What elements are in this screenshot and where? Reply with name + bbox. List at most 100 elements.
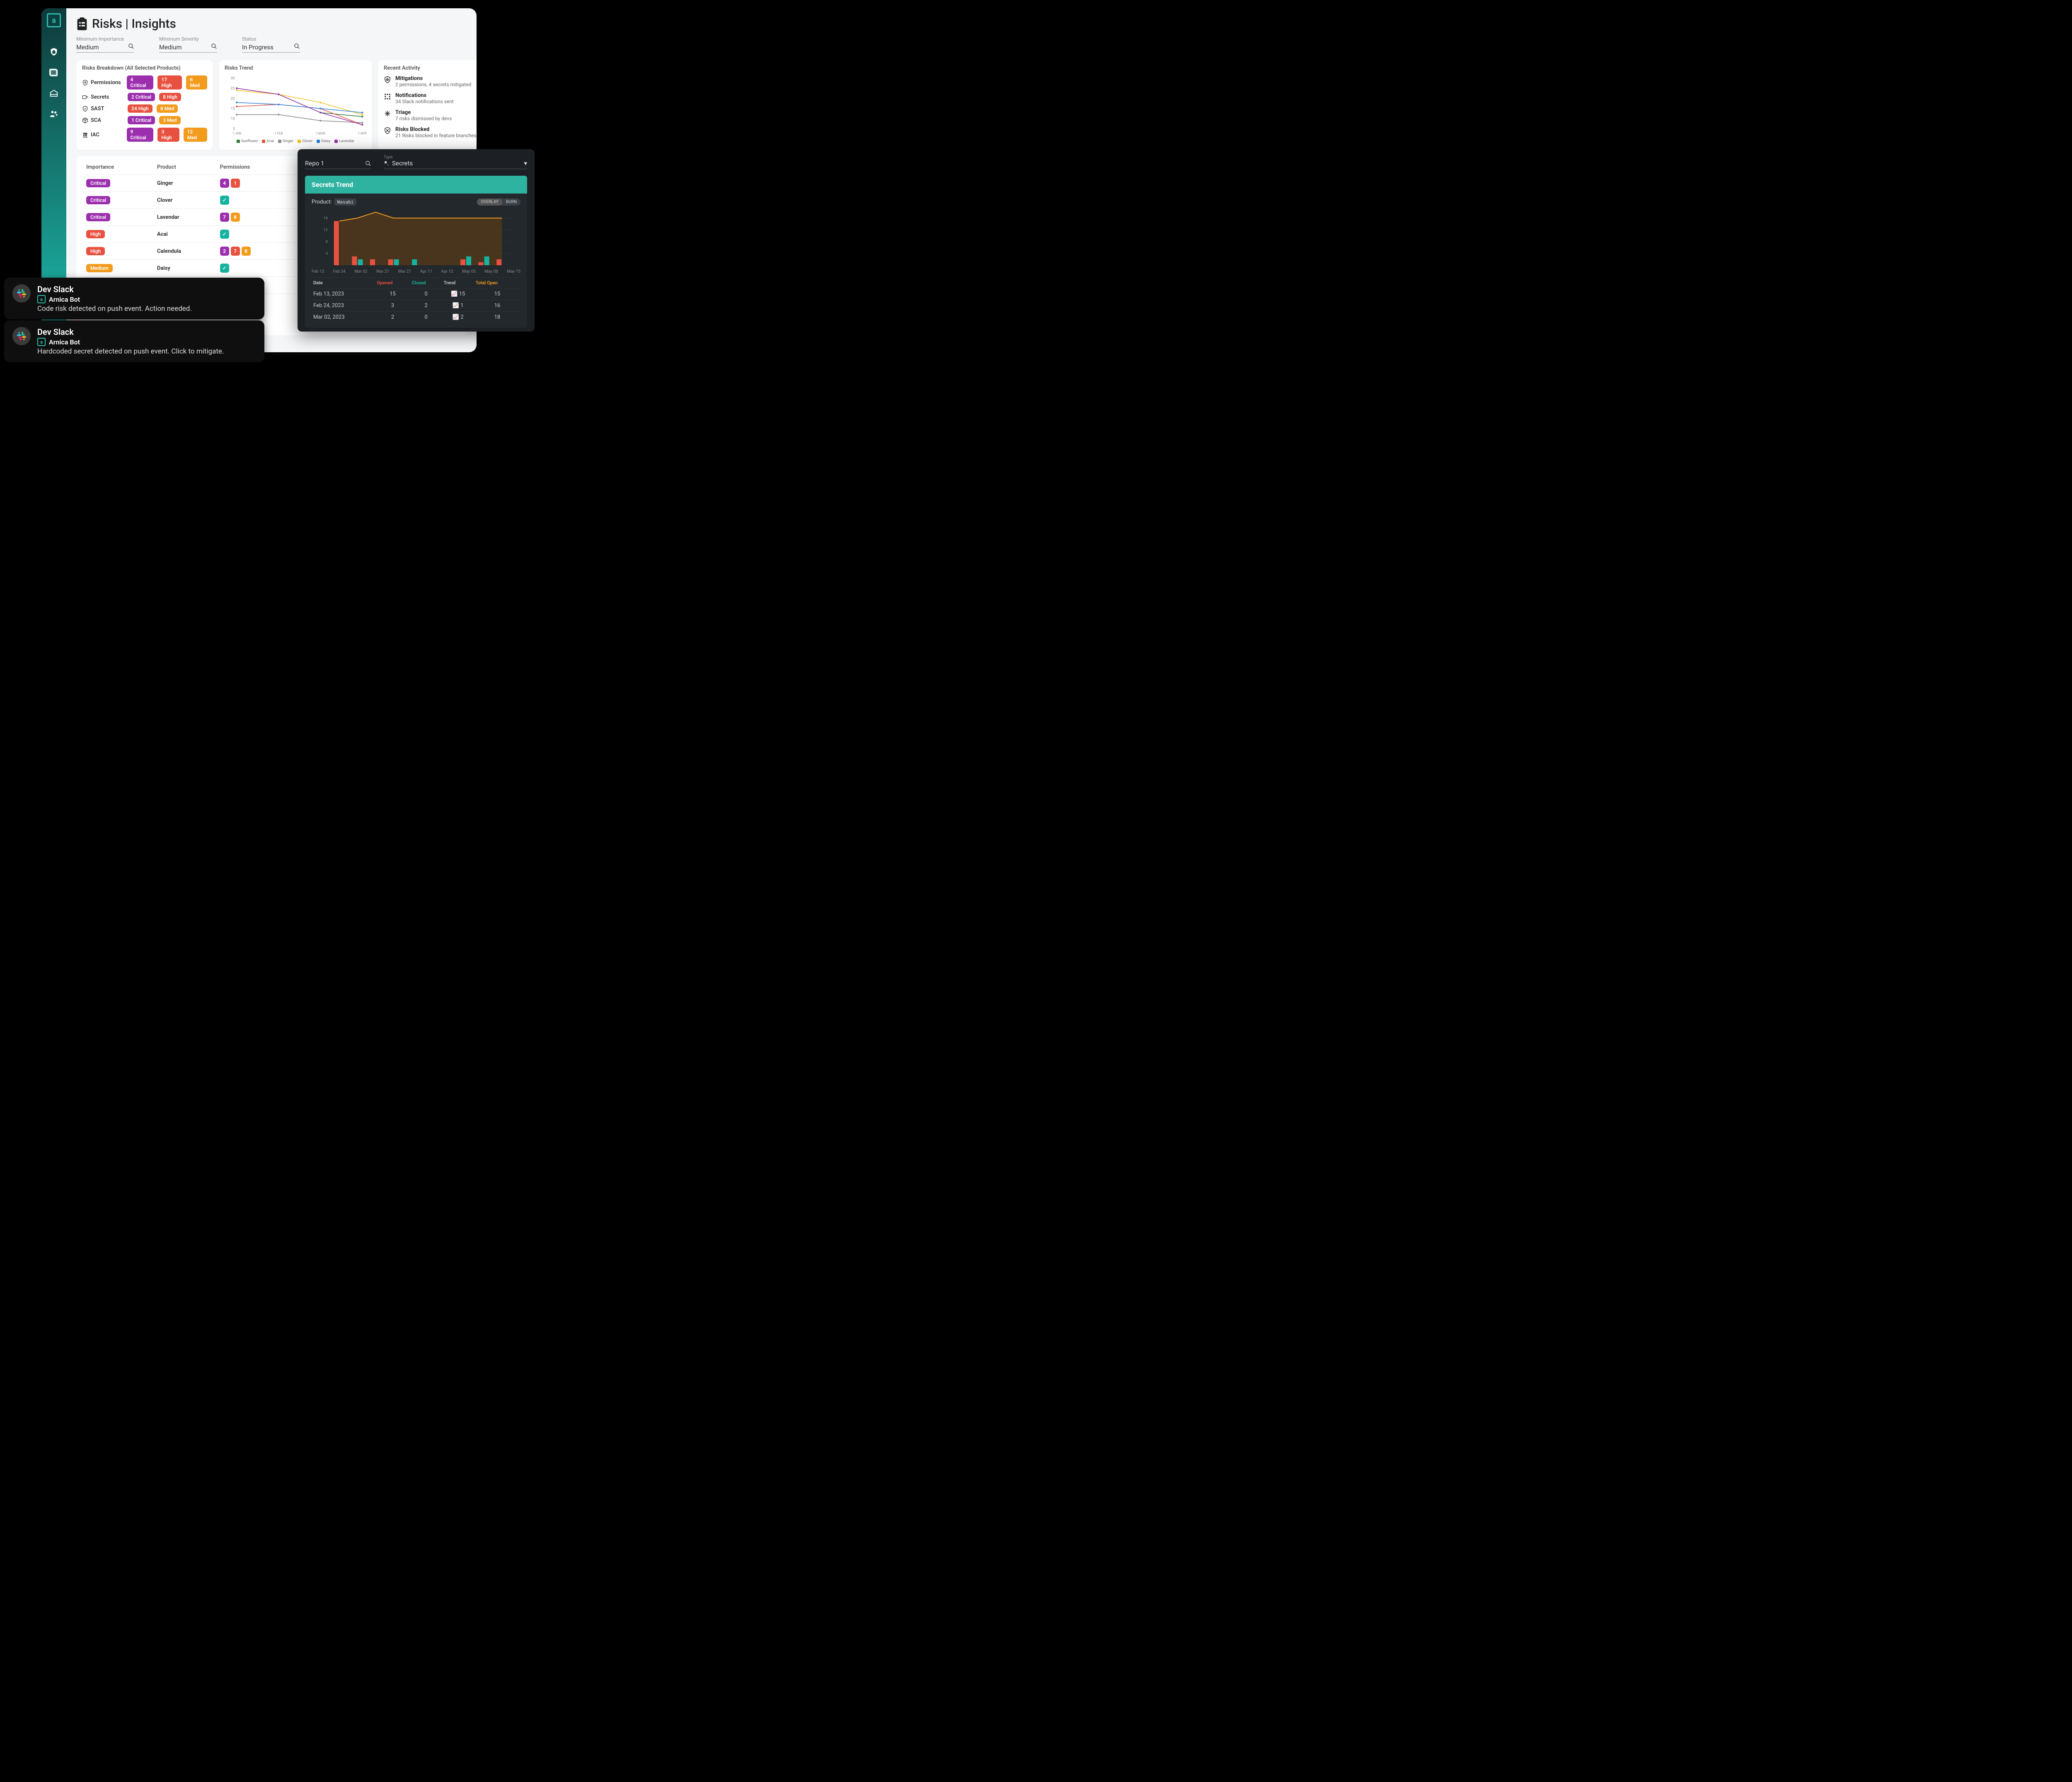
legend-item: Clover [298, 139, 312, 143]
svg-text:15: 15 [231, 107, 235, 111]
severity-pill[interactable]: 24 High [128, 104, 152, 113]
toast-message: Code risk detected on push event. Action… [37, 305, 192, 313]
product-cell: Ginger [155, 175, 218, 192]
svg-text:20: 20 [231, 97, 235, 101]
dark-table-row[interactable]: Feb 24, 2023 3 2 📈 1 16 [312, 300, 520, 312]
slack-toast-1[interactable]: Dev Slack aArnica Bot Code risk detected… [4, 278, 264, 320]
svg-text:12: 12 [324, 228, 328, 232]
product-cell: Acai [155, 226, 218, 243]
importance-badge: Medium [86, 264, 113, 272]
slack-icon [12, 327, 31, 345]
svg-text:1-FEB: 1-FEB [274, 131, 283, 135]
product-tag[interactable]: Wasabi [334, 199, 357, 206]
svg-text:16: 16 [324, 216, 328, 220]
legend-item: Daisy [317, 139, 330, 143]
activity-item[interactable]: Notifications34 Slack notifications sent [384, 92, 477, 104]
secrets-trend-table: DateOpenedClosedTrendTotal Open Feb 13, … [312, 277, 520, 323]
filter-0[interactable]: Minimum Importance Medium [76, 36, 134, 53]
activity-icon [384, 75, 391, 87]
legend-item: Sunflower [237, 139, 258, 143]
chart-mode-toggle[interactable]: OVERLAY BURN [477, 199, 520, 206]
severity-pill[interactable]: 2 Critical [128, 93, 155, 101]
table-header[interactable]: Permissions [218, 160, 298, 175]
calendar-icon[interactable] [49, 68, 58, 77]
search-icon [128, 43, 134, 51]
product-cell: Daisy [155, 260, 218, 277]
secrets-type-icon [384, 160, 390, 166]
search-icon [294, 43, 300, 51]
dark-table-row[interactable]: Mar 02, 2023 2 0 📈 2 18 [312, 312, 520, 323]
search-icon [211, 43, 217, 51]
breakdown-row: SAST 24 High 8 Med [82, 104, 207, 113]
filter-1[interactable]: Minimum Severity Medium [159, 36, 217, 53]
slack-icon [12, 284, 31, 303]
severity-pill[interactable]: 6 Med [186, 75, 207, 90]
legend-item: Acai [262, 139, 274, 143]
toast-message: Hardcoded secret detected on push event.… [37, 347, 224, 356]
users-key-icon[interactable] [49, 109, 58, 119]
dark-table-row[interactable]: Feb 13, 2023 15 0 📈 15 15 [312, 288, 520, 300]
clipboard-icon [76, 17, 88, 31]
table-header[interactable]: Importance [84, 160, 155, 175]
breakdown-row: SCA 1 Critical 3 Med [82, 116, 207, 124]
svg-text:5: 5 [232, 127, 235, 131]
importance-badge: Critical [86, 213, 110, 221]
activity-item[interactable]: Triage7 risks dismissed by devs [384, 109, 477, 121]
type-label: Type [384, 155, 527, 160]
breakdown-row: IAC 9 Critical3 High 12 Med [82, 128, 207, 142]
svg-text:1-MAR: 1-MAR [316, 131, 325, 135]
severity-pill[interactable]: 12 Med [184, 128, 207, 142]
status-check [220, 196, 229, 205]
arnica-logo-icon: a [37, 295, 46, 303]
severity-pill[interactable]: 9 Critical [127, 128, 154, 142]
repo-search-value: Repo 1 [305, 160, 324, 167]
table-header[interactable]: Product [155, 160, 218, 175]
count-badge: 2 [220, 247, 229, 256]
severity-pill[interactable]: 1 Critical [128, 116, 155, 124]
severity-pill[interactable]: 8 High [159, 93, 181, 101]
dark-table-header: Trend [442, 278, 474, 288]
activity-title: Recent Activity [384, 65, 477, 71]
dark-table-header: Closed [410, 278, 442, 288]
importance-badge: High [86, 247, 105, 255]
severity-pill[interactable]: 17 High [157, 75, 182, 90]
slack-toast-2[interactable]: Dev Slack aArnica Bot Hardcoded secret d… [4, 320, 264, 362]
toast-bot: Arnica Bot [49, 338, 80, 346]
activity-item[interactable]: Mitigations2 permissions, 4 secrets miti… [384, 75, 477, 87]
toast-title: Dev Slack [37, 327, 224, 337]
count-badge: 7 [220, 213, 229, 222]
search-icon [365, 160, 371, 167]
activity-item[interactable]: Risks Blocked21 Risks blocked in feature… [384, 126, 477, 138]
count-badge: 4 [220, 179, 229, 188]
risks-trend-card: Risks Trend 510152025301-JAN1-FEB1-MAR1-… [219, 60, 372, 150]
svg-text:8: 8 [326, 240, 328, 244]
shield-home-icon[interactable] [49, 47, 58, 56]
toast-bot: Arnica Bot [49, 295, 80, 303]
importance-badge: Critical [86, 179, 110, 187]
filter-2[interactable]: Status In Progress [242, 36, 300, 53]
storage-icon[interactable] [49, 89, 58, 98]
svg-text:25: 25 [231, 87, 235, 91]
severity-pill[interactable]: 4 Critical [127, 75, 154, 90]
secrets-trend-title: Secrets Trend [305, 176, 527, 194]
type-select[interactable]: Secrets ▾ [384, 160, 527, 169]
severity-pill[interactable]: 3 Med [159, 116, 181, 124]
page-title: Risks | Insights [92, 17, 176, 31]
severity-pill[interactable]: 8 Med [157, 104, 178, 113]
svg-text:1-JAN: 1-JAN [232, 131, 241, 135]
breakdown-row: Secrets 2 Critical8 High [82, 93, 207, 101]
breakdown-label: IAC [82, 132, 123, 138]
breakdown-label: SAST [82, 106, 123, 112]
product-cell: Clover [155, 192, 218, 209]
logo-icon: a [47, 13, 61, 27]
count-badge: 7 [231, 247, 240, 256]
repo-search[interactable]: Repo 1 [305, 160, 371, 169]
secrets-trend-chart: 481216 [312, 210, 520, 268]
svg-text:10: 10 [231, 117, 235, 121]
status-check [220, 264, 229, 273]
breakdown-label: SCA [82, 117, 123, 123]
recent-activity-card: Recent Activity Mitigations2 permissions… [378, 60, 477, 150]
product-cell: Lavendar [155, 209, 218, 226]
severity-pill[interactable]: 3 High [157, 128, 179, 142]
trend-title: Risks Trend [225, 65, 366, 71]
